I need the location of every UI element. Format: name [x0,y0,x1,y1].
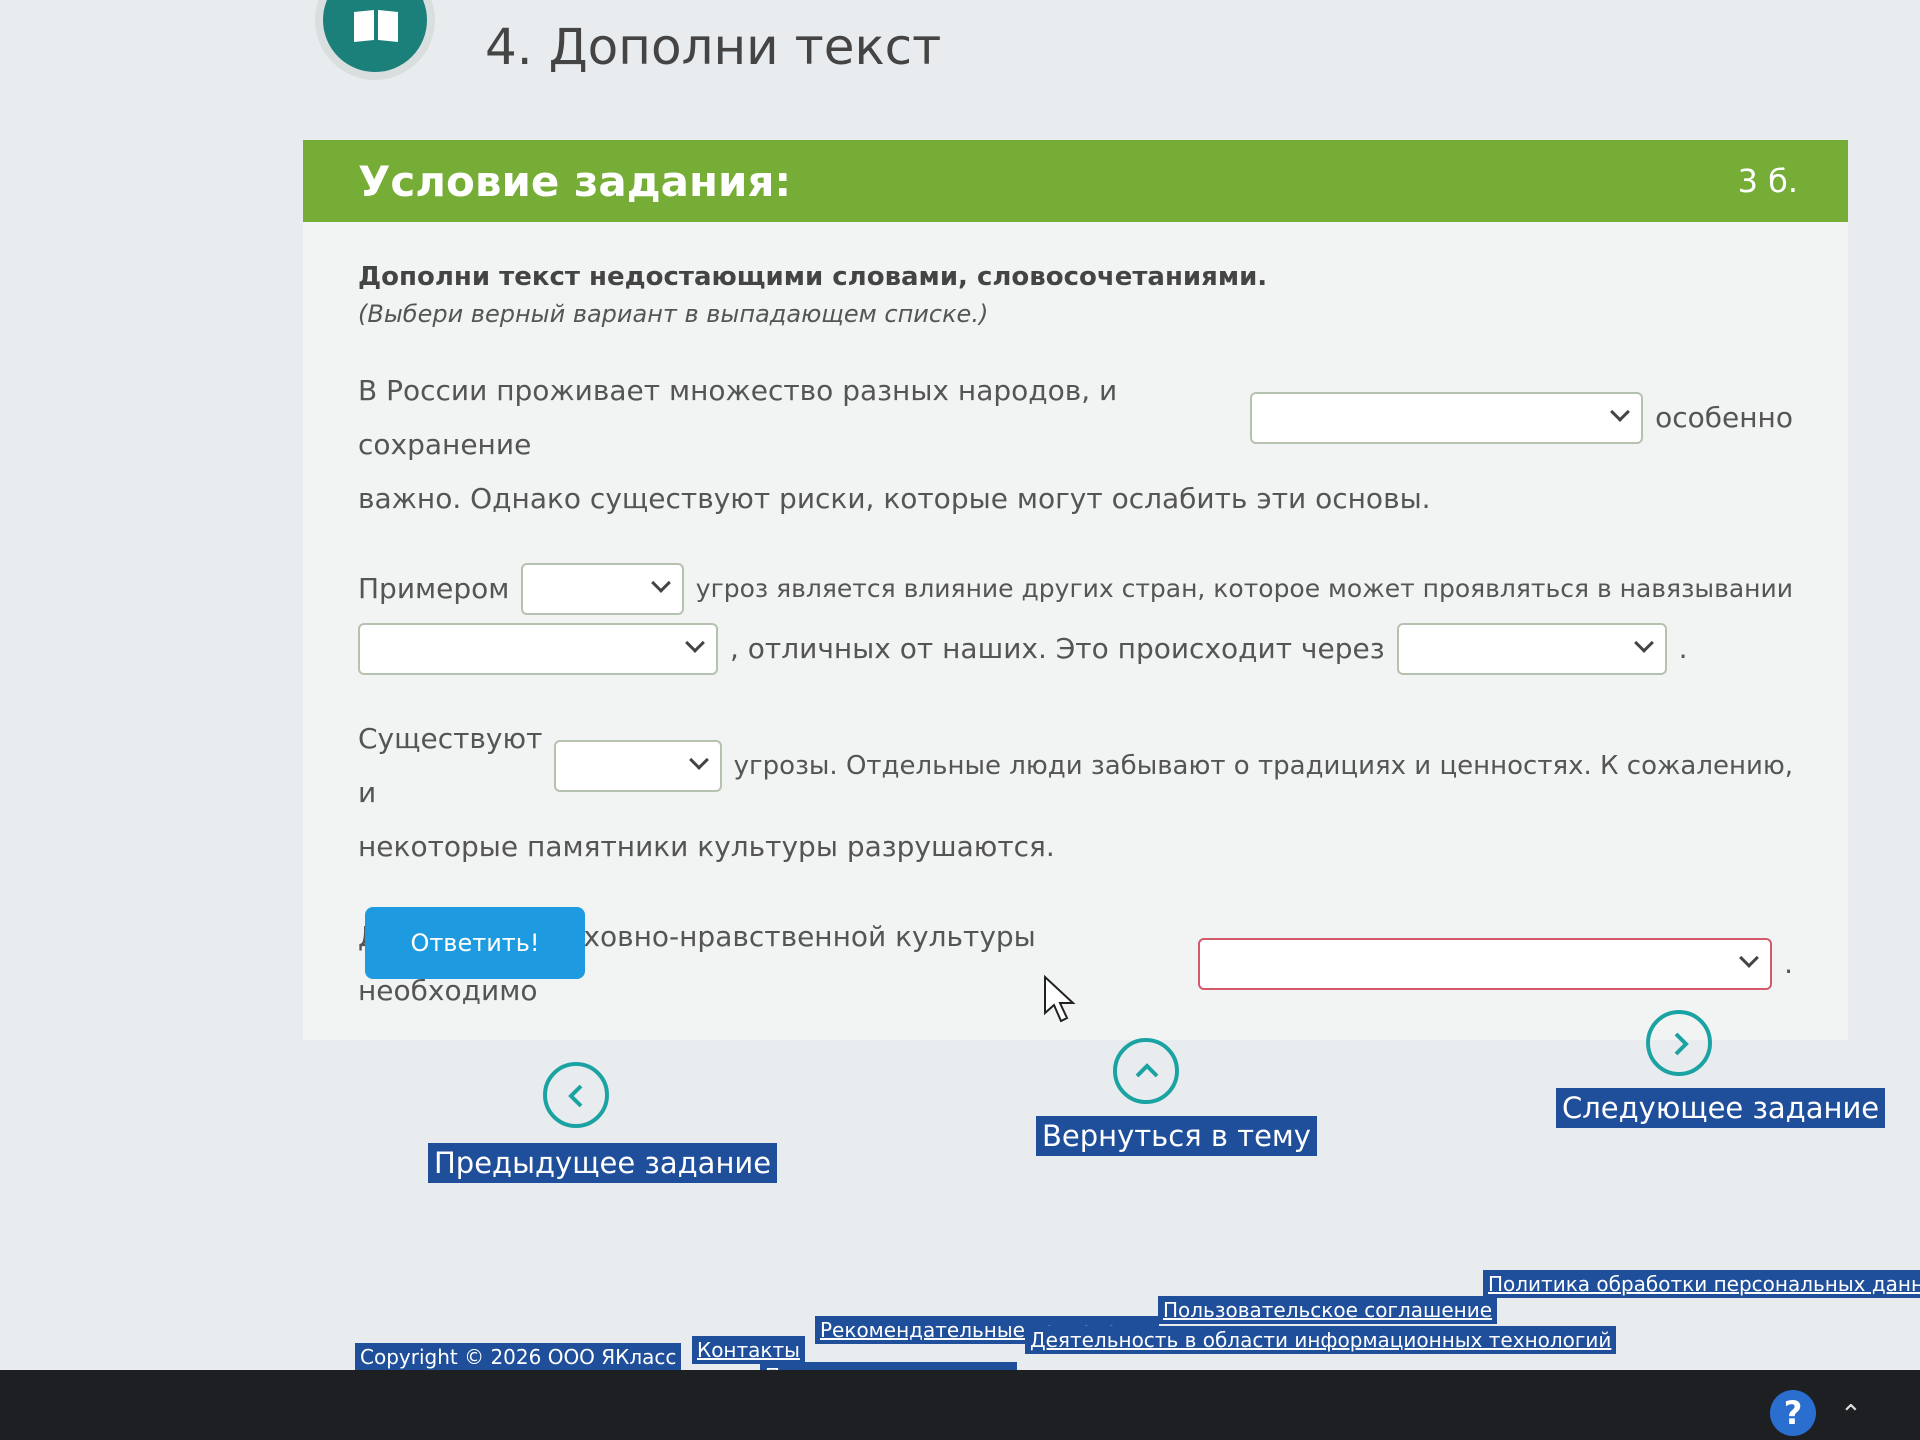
chevron-down-icon [1633,633,1654,653]
back-to-topic-link[interactable]: Вернуться в тему [1036,1116,1317,1156]
taskbar [0,1370,1920,1440]
chevron-down-icon [650,573,671,593]
task-header: Условие задания: 3 б. [303,140,1848,222]
page-title: 4. Дополни текст [485,18,942,76]
chevron-right-icon[interactable] [1646,1010,1712,1076]
dropdown-6[interactable] [1198,938,1773,990]
next-task-link[interactable]: Следующее задание [1556,1088,1886,1128]
chevron-down-icon [685,633,705,653]
p2-text-before: Примером [358,572,510,605]
dropdown-3[interactable] [358,623,718,675]
footer-copyright: Copyright © 2026 ООО ЯКласс [355,1343,682,1371]
p3-text-before: Существуют и [358,722,543,809]
dropdown-1[interactable] [1250,392,1644,444]
mouse-cursor-icon [1044,975,1076,1023]
chevron-down-icon [1610,402,1630,422]
p2-text-end: . [1678,632,1688,665]
instruction-text: Дополни текст недостающими словами, слов… [358,262,1268,292]
dropdown-4[interactable] [1396,623,1667,675]
paragraph-2: Примером угроз является влияние других с… [358,562,1793,676]
book-icon [315,0,435,80]
chevron-down-icon [1739,948,1759,968]
task-header-title: Условие задания: [358,156,792,206]
p4-text-end: . [1784,947,1793,980]
prev-task-link[interactable]: Предыдущее задание [428,1143,778,1183]
p3-text-line2: некоторые памятники культуры разрушаются… [358,830,1055,863]
p1-text-after: особенно [1655,401,1793,434]
p3-text-after: угрозы. Отдельные люди забывают о традиц… [733,751,1793,781]
dropdown-5[interactable] [554,740,722,792]
footer-link-contacts[interactable]: Контакты [692,1336,805,1364]
p2-text-after: угроз является влияние других стран, кот… [695,574,1793,603]
instruction-hint: (Выбери верный вариант в выпадающем спис… [358,300,989,328]
paragraph-1: В России проживает множество разных наро… [358,364,1793,526]
task-card: Условие задания: 3 б. Дополни текст недо… [303,140,1848,1040]
dropdown-2[interactable] [521,563,684,615]
help-icon[interactable]: ? [1770,1390,1816,1436]
paragraph-3: Существуют и угрозы. Отдельные люди забы… [358,712,1793,874]
footer-link-it-activity[interactable]: Деятельность в области информационных те… [1025,1326,1617,1354]
p2-text-mid: , отличных от наших. Это происходит чере… [730,632,1385,665]
p1-text-line2: важно. Однако существуют риски, которые … [358,482,1431,515]
chevron-up-icon[interactable] [1113,1038,1179,1104]
answer-button[interactable]: Ответить! [365,907,585,979]
chevron-down-icon [688,750,709,770]
task-score: 3 б. [1737,162,1798,200]
chevron-up-icon[interactable]: ⌃ [1840,1400,1862,1430]
chevron-left-icon[interactable] [543,1062,609,1128]
footer-link-user-agreement[interactable]: Пользовательское соглашение [1158,1296,1498,1324]
footer-link-privacy[interactable]: Политика обработки персональных данных [1483,1270,1920,1298]
p1-text-before: В России проживает множество разных наро… [358,374,1118,461]
